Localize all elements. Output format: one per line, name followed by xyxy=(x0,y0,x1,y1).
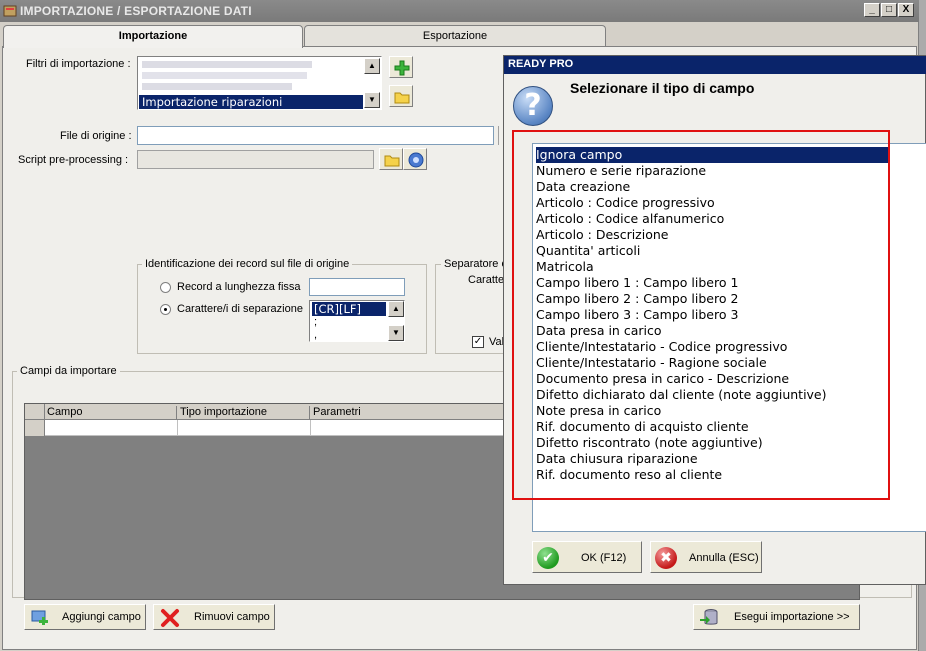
dialog-heading: Selezionare il tipo di campo xyxy=(570,80,755,96)
separator-option[interactable]: , xyxy=(314,329,317,341)
script-input[interactable] xyxy=(137,150,374,169)
cancel-button[interactable]: Annulla (ESC) xyxy=(650,541,762,573)
open-script-button[interactable] xyxy=(379,148,403,170)
row-header xyxy=(25,420,45,436)
dialog-titlebar[interactable]: READY PRO xyxy=(504,56,926,74)
separator-option[interactable]: ; xyxy=(314,316,317,328)
window-titlebar[interactable]: IMPORTAZIONE / ESPORTAZIONE DATI _ □ X xyxy=(0,0,919,22)
filters-label: Filtri di importazione : xyxy=(26,58,131,70)
separator-list[interactable]: [CR][LF] ; , ▲ ▼ xyxy=(309,300,405,342)
cell-divider xyxy=(310,420,311,436)
column-header-campo[interactable]: Campo xyxy=(47,406,177,420)
column-header-parametri[interactable]: Parametri xyxy=(313,406,361,418)
script-help-button[interactable] xyxy=(403,148,427,170)
add-field-label: Aggiungi campo xyxy=(62,611,141,623)
radio-sep-label: Carattere/i di separazione xyxy=(177,303,303,315)
blurred-item xyxy=(142,72,307,79)
radio-fixed-label: Record a lunghezza fissa xyxy=(177,281,301,293)
radio-fixed-length[interactable] xyxy=(160,282,171,293)
script-label: Script pre-processing : xyxy=(18,154,129,166)
cell-divider xyxy=(177,420,178,436)
scroll-down-icon[interactable]: ▼ xyxy=(388,325,404,341)
cancel-x-icon xyxy=(655,547,677,569)
fields-group-title: Campi da importare xyxy=(17,365,120,377)
column-header-tipo[interactable]: Tipo importazione xyxy=(180,406,310,420)
scroll-down-icon[interactable]: ▼ xyxy=(364,92,380,108)
check-icon xyxy=(537,547,559,569)
tab-esportazione[interactable]: Esportazione xyxy=(304,25,606,47)
remove-x-icon xyxy=(161,609,179,627)
add-filter-button[interactable] xyxy=(389,56,413,78)
close-button[interactable]: X xyxy=(898,3,914,17)
file-origin-label: File di origine : xyxy=(60,130,132,142)
folder-icon xyxy=(394,92,410,104)
filters-selected-item[interactable]: Importazione riparazioni xyxy=(139,95,363,109)
add-field-icon xyxy=(31,610,48,625)
tab-importazione[interactable]: Importazione xyxy=(3,25,303,48)
scroll-up-icon[interactable]: ▲ xyxy=(388,301,404,317)
separator-sub-label: Caratte xyxy=(468,274,505,286)
cancel-label: Annulla (ESC) xyxy=(689,552,759,564)
table-corner xyxy=(25,404,45,420)
ok-label: OK (F12) xyxy=(581,552,627,564)
remove-field-button[interactable]: Rimuovi campo xyxy=(153,604,275,630)
question-icon: ? xyxy=(513,86,553,126)
run-import-button[interactable]: Esegui importazione >> xyxy=(693,604,860,630)
record-group-title: Identificazione dei record sul file di o… xyxy=(142,258,353,270)
minimize-button[interactable]: _ xyxy=(864,3,880,17)
highlight-box xyxy=(512,130,890,500)
fixed-length-input[interactable] xyxy=(309,278,405,296)
remove-field-label: Rimuovi campo xyxy=(194,611,270,623)
validate-checkbox[interactable]: ✓ xyxy=(472,336,484,348)
database-import-icon xyxy=(700,609,718,625)
plus-icon xyxy=(394,60,410,76)
dialog-title: READY PRO xyxy=(508,58,574,70)
separator-group-title: Separatore c xyxy=(441,258,510,270)
maximize-button[interactable]: □ xyxy=(881,3,897,17)
run-import-label: Esegui importazione >> xyxy=(734,611,850,623)
app-icon xyxy=(3,5,17,17)
add-field-button[interactable]: Aggiungi campo xyxy=(24,604,146,630)
folder-icon xyxy=(384,155,400,167)
ok-button[interactable]: OK (F12) xyxy=(532,541,642,573)
help-icon xyxy=(408,152,424,168)
scroll-up-icon[interactable]: ▲ xyxy=(364,58,380,74)
radio-separator[interactable] xyxy=(160,304,171,315)
separator-option-selected[interactable]: [CR][LF] xyxy=(312,302,386,316)
file-origin-input[interactable] xyxy=(137,126,494,145)
blurred-item xyxy=(142,83,292,90)
blurred-item xyxy=(142,61,312,68)
open-filter-button[interactable] xyxy=(389,85,413,107)
filters-list[interactable]: Importazione riparazioni ▲ ▼ xyxy=(137,56,382,110)
checkbox-label: Val xyxy=(489,336,505,348)
window-title: IMPORTAZIONE / ESPORTAZIONE DATI xyxy=(20,4,252,18)
